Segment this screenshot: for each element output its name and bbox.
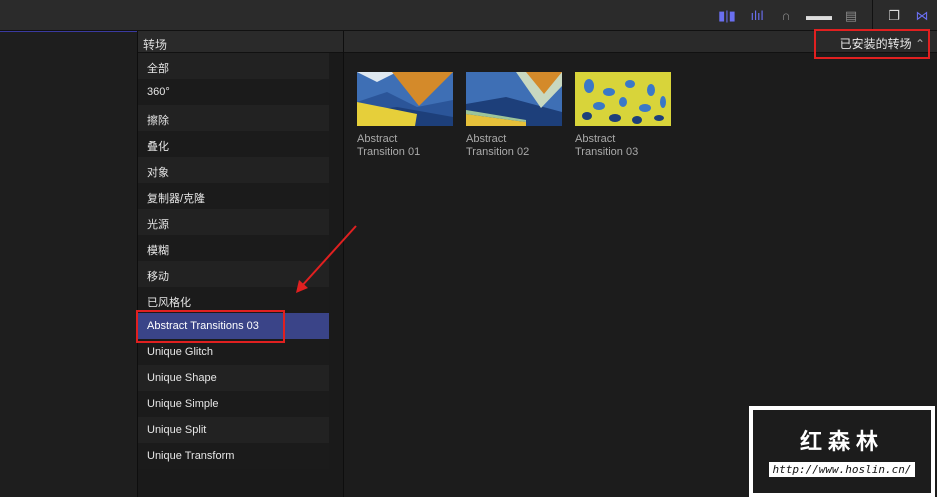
window-icon[interactable]: ❐ bbox=[885, 8, 903, 24]
watermark: 红森林 http://www.hoslin.cn/ bbox=[749, 406, 935, 497]
watermark-url: http://www.hoslin.cn/ bbox=[769, 462, 915, 477]
watermark-title: 红森林 bbox=[799, 429, 884, 454]
annotation-box-dropdown bbox=[814, 29, 930, 59]
sidebar-item[interactable]: 360° bbox=[138, 79, 329, 105]
waveform-icon[interactable]: ılıl bbox=[748, 8, 766, 24]
divider bbox=[872, 0, 873, 31]
thumbnail bbox=[575, 72, 671, 126]
sidebar-item[interactable]: Unique Transform bbox=[138, 443, 329, 469]
sidebar-item[interactable]: 叠化 bbox=[138, 131, 329, 157]
sidebar-title: 转场 bbox=[138, 31, 343, 53]
tile-label: Abstract Transition 03 bbox=[575, 133, 639, 158]
annotation-arrow-icon bbox=[296, 225, 357, 293]
filmstrip-icon[interactable]: ▤ bbox=[842, 8, 860, 24]
tile-label: Abstract Transition 01 bbox=[357, 133, 421, 158]
sidebar-item[interactable]: Unique Split bbox=[138, 417, 329, 443]
sidebar-item[interactable]: 复制器/克隆 bbox=[138, 183, 329, 209]
transition-tile[interactable]: Abstract Transition 03 bbox=[575, 72, 671, 159]
sidebar-item[interactable]: 全部 bbox=[138, 53, 329, 79]
transitions-icon[interactable]: ⋈ bbox=[913, 8, 931, 24]
transition-tile[interactable]: Abstract Transition 01 bbox=[357, 72, 453, 159]
thumbnail bbox=[357, 72, 453, 126]
transition-tile[interactable]: Abstract Transition 02 bbox=[466, 72, 562, 159]
toolbar: ▮|▮ ılıl ∩ ▬▬ ▤ ❐ ⋈ bbox=[0, 0, 937, 31]
headphones-icon[interactable]: ∩ bbox=[777, 8, 795, 24]
video-audio-split-icon[interactable]: ▮|▮ bbox=[718, 8, 736, 24]
sidebar-item[interactable]: 擦除 bbox=[138, 105, 329, 131]
thumbnail bbox=[466, 72, 562, 126]
tile-label: Abstract Transition 02 bbox=[466, 133, 530, 158]
left-panel bbox=[0, 31, 137, 497]
annotation-box-selected bbox=[136, 310, 285, 343]
clip-appearance-icon[interactable]: ▬▬ bbox=[806, 8, 832, 24]
sidebar-item[interactable]: 对象 bbox=[138, 157, 329, 183]
sidebar-item[interactable]: Unique Simple bbox=[138, 391, 329, 417]
sidebar-item[interactable]: Unique Shape bbox=[138, 365, 329, 391]
